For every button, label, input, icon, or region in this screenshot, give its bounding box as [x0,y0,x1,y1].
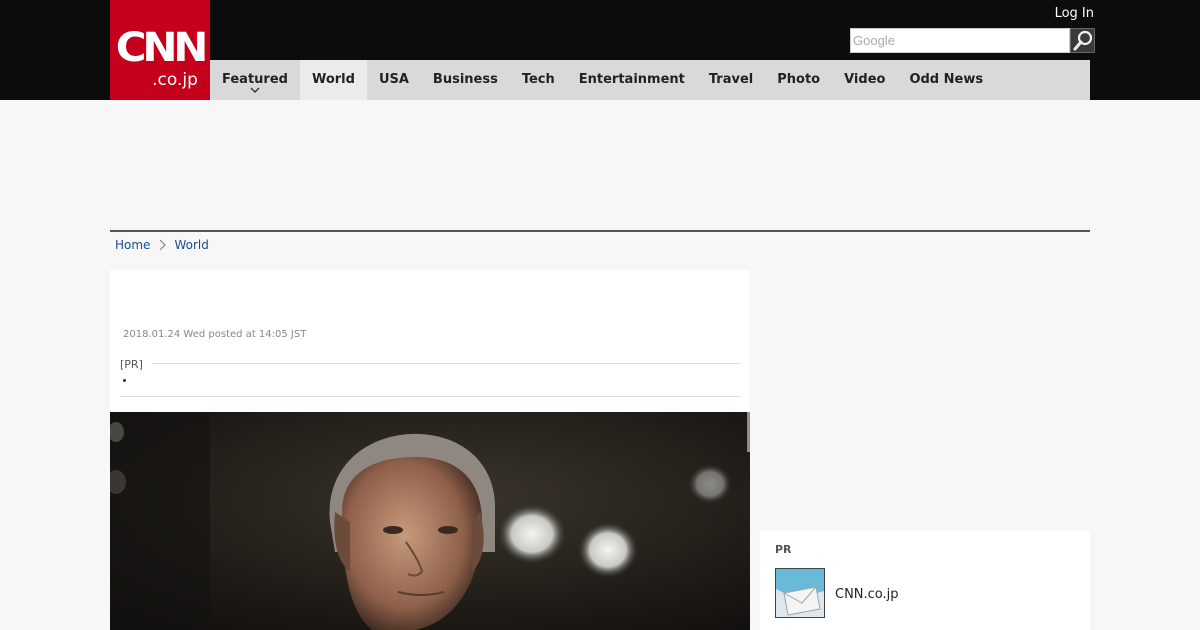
section-divider [110,230,1090,232]
chevron-down-icon [250,87,260,93]
breadcrumb-world-link[interactable]: World [174,238,208,252]
nav-item-odd-news[interactable]: Odd News [897,60,995,100]
portrait-photo [110,412,750,630]
pr-text-block: [PR] [120,358,740,398]
chevron-right-icon [160,239,167,251]
divider [120,396,740,397]
nav-item-world[interactable]: World [299,60,367,100]
sidebar-ad-slot [760,270,1090,520]
search-button[interactable] [1070,28,1095,53]
bullet-icon[interactable] [123,379,126,382]
main-nav: Featured World USA Business Tech Enterta… [210,60,1090,100]
pr-box-title: PR [775,543,792,556]
search-icon [1073,30,1093,51]
nav-item-video[interactable]: Video [832,60,897,100]
breadcrumb-home-link[interactable]: Home [115,238,150,252]
nav-item-featured[interactable]: Featured [210,60,300,100]
nav-item-travel[interactable]: Travel [697,60,765,100]
nav-item-tech[interactable]: Tech [510,60,567,100]
divider [152,363,740,364]
pr-thumbnail[interactable] [775,568,825,618]
logo-main-text: CNN [115,25,209,71]
top-ad-slot [110,100,1090,230]
nav-item-entertainment[interactable]: Entertainment [567,60,697,100]
sidebar-pr-box: PR CNN.co.jp [760,530,1090,630]
pr-site-link[interactable]: CNN.co.jp [835,587,899,602]
mail-icon [776,569,824,617]
nav-item-business[interactable]: Business [421,60,510,100]
search-input[interactable]: Google [850,28,1070,53]
article-card: 2018.01.24 Wed posted at 14:05 JST [PR] [110,270,750,630]
nav-item-usa[interactable]: USA [367,60,421,100]
nav-item-photo[interactable]: Photo [765,60,832,100]
article-photo [110,412,750,630]
login-link[interactable]: Log In [1055,6,1094,21]
cnn-logo[interactable]: CNN .co.jp [110,0,210,100]
logo-sub-text: .co.jp [152,70,198,90]
pr-label: [PR] [120,358,143,371]
article-date: 2018.01.24 Wed posted at 14:05 JST [123,329,307,340]
breadcrumb: Home World [115,238,209,252]
